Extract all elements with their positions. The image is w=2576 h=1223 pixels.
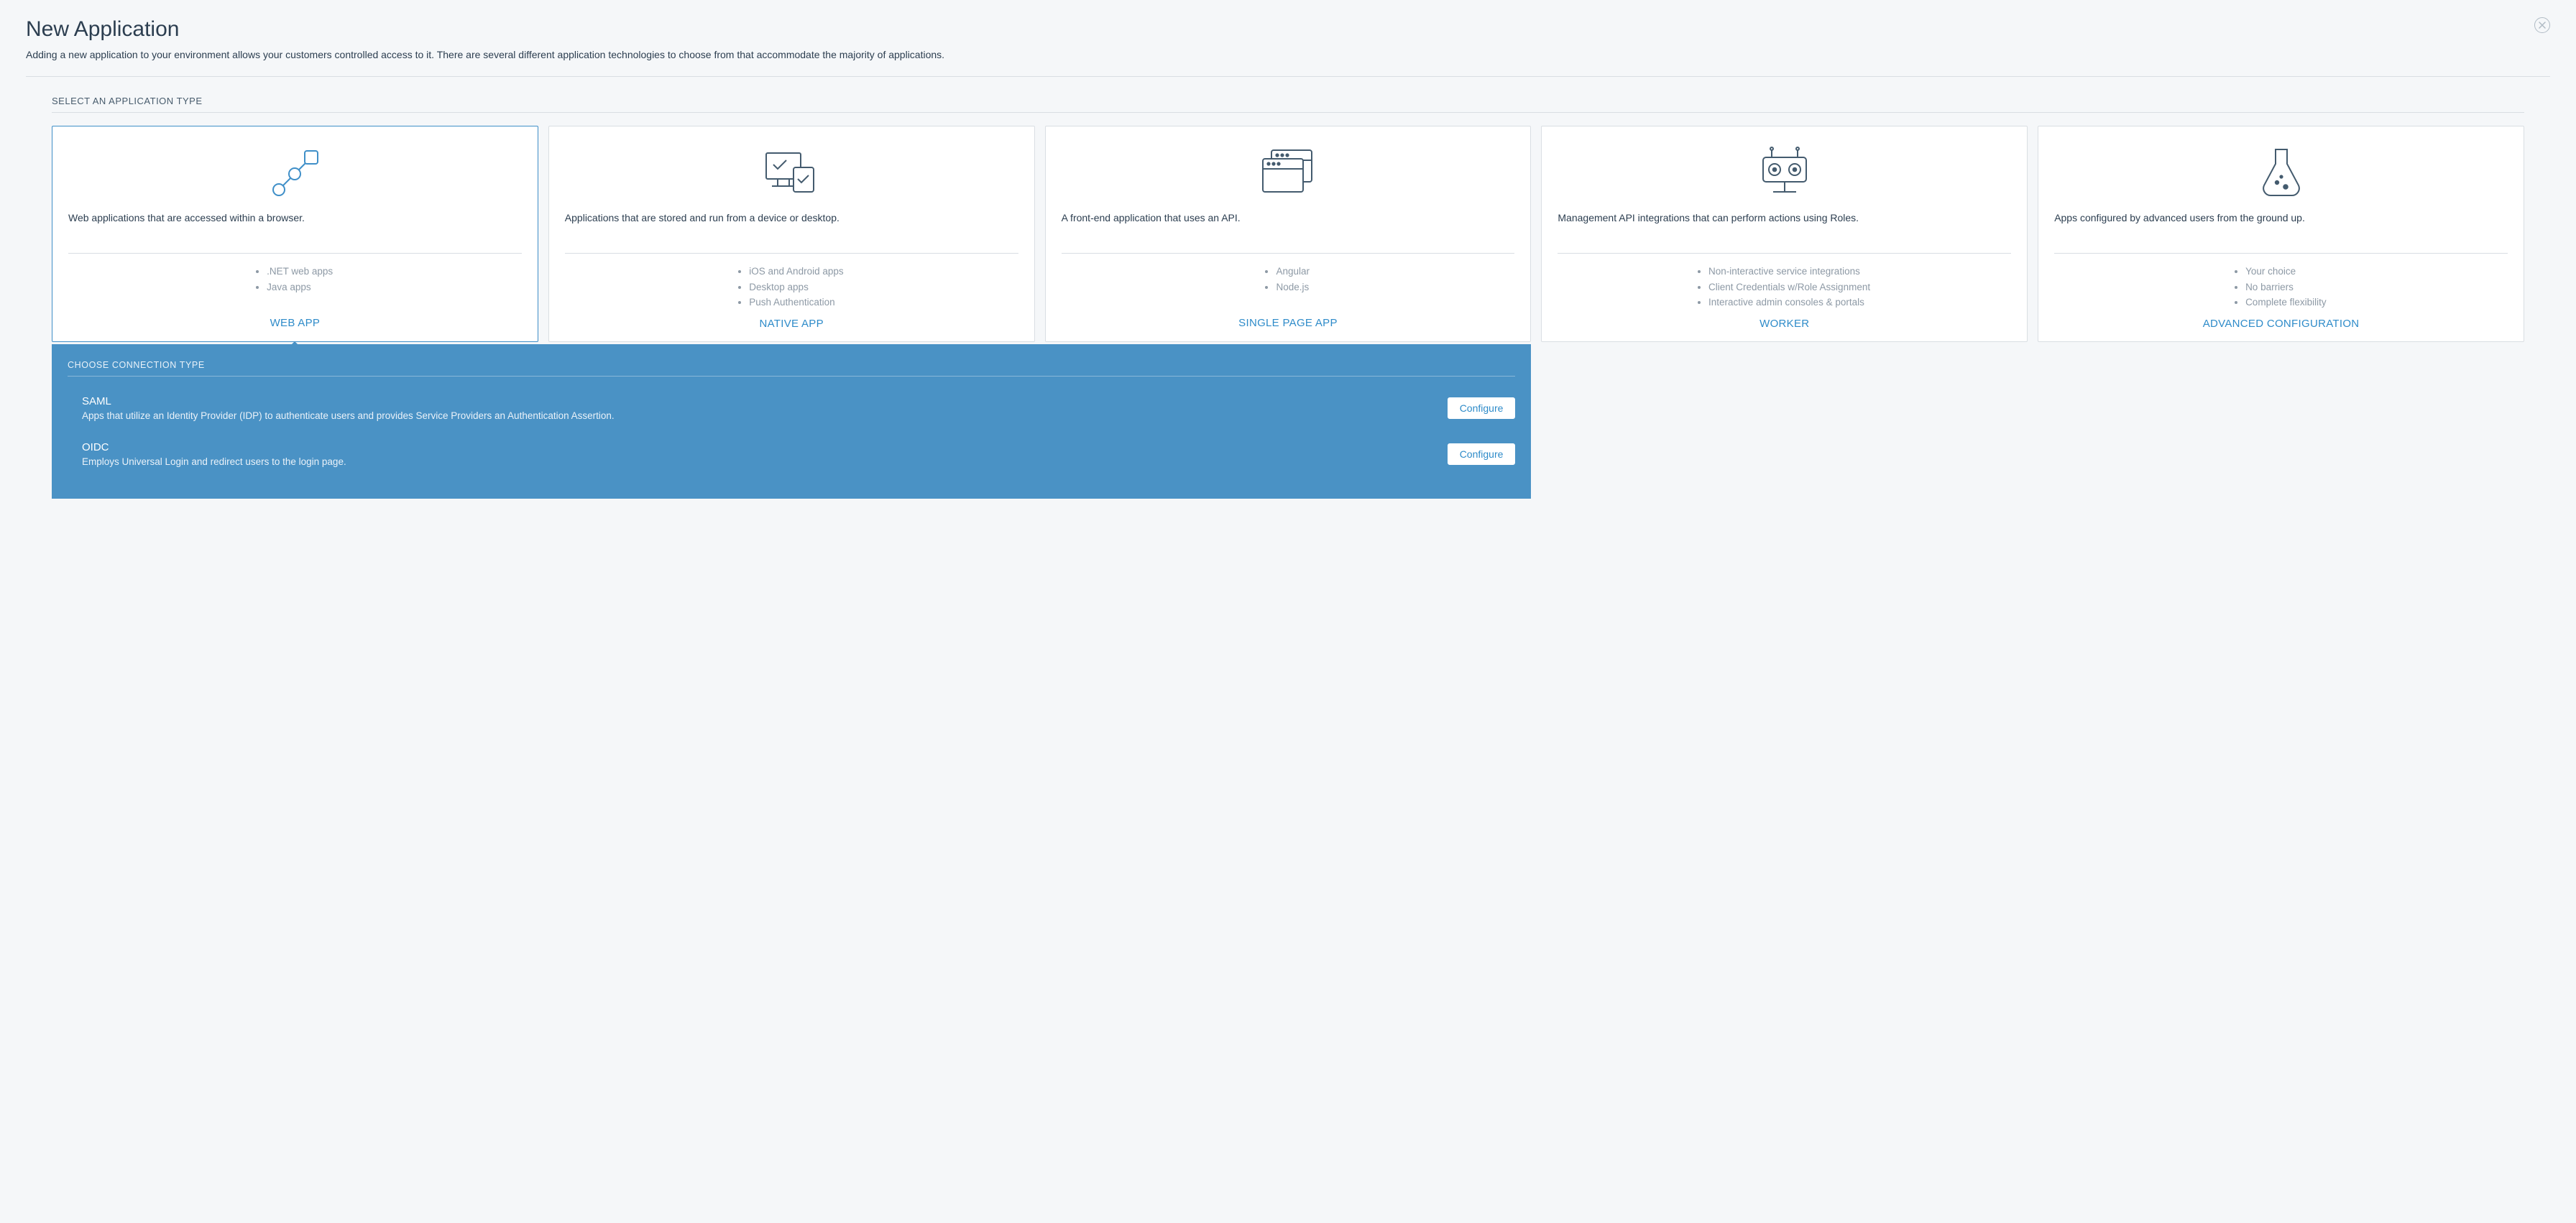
card-divider [2054, 253, 2508, 254]
bullet: Desktop apps [749, 280, 843, 295]
card-bullets: Non-interactive service integrations Cli… [1558, 264, 2011, 310]
connection-desc: Apps that utilize an Identity Provider (… [68, 410, 615, 421]
card-web-app[interactable]: Web applications that are accessed withi… [52, 126, 538, 342]
close-icon [2539, 21, 2546, 30]
card-cta: NATIVE APP [565, 318, 1018, 330]
bullet: Angular [1276, 264, 1310, 280]
connection-row-oidc: OIDC Employs Universal Login and redirec… [68, 433, 1515, 479]
card-native-app[interactable]: Applications that are stored and run fro… [548, 126, 1035, 342]
bullet: Client Credentials w/Role Assignment [1708, 280, 1870, 295]
worker-icon [1558, 142, 2011, 203]
card-bullets: Your choice No barriers Complete flexibi… [2054, 264, 2508, 310]
card-bullets: Angular Node.js [1062, 264, 1515, 310]
bullet: Your choice [2245, 264, 2327, 280]
card-worker[interactable]: Management API integrations that can per… [1541, 126, 2028, 342]
bullet: No barriers [2245, 280, 2327, 295]
connection-desc: Employs Universal Login and redirect use… [68, 456, 346, 467]
card-desc: Applications that are stored and run fro… [565, 211, 1018, 240]
section-label: SELECT AN APPLICATION TYPE [52, 96, 2524, 113]
connection-type-panel: CHOOSE CONNECTION TYPE SAML Apps that ut… [52, 344, 1531, 499]
card-desc: Web applications that are accessed withi… [68, 211, 522, 240]
card-cta: WORKER [1558, 318, 2011, 330]
header-divider [26, 76, 2550, 77]
spa-icon [1062, 142, 1515, 203]
card-divider [565, 253, 1018, 254]
web-app-icon [68, 142, 522, 203]
bullet: Java apps [267, 280, 333, 295]
bullet: Push Authentication [749, 295, 843, 310]
native-app-icon [565, 142, 1018, 203]
configure-saml-button[interactable]: Configure [1448, 397, 1516, 419]
close-button[interactable] [2534, 17, 2550, 33]
card-single-page-app[interactable]: A front-end application that uses an API… [1045, 126, 1532, 342]
application-type-cards: Web applications that are accessed withi… [52, 126, 2524, 342]
card-desc: Management API integrations that can per… [1558, 211, 2011, 240]
card-desc: A front-end application that uses an API… [1062, 211, 1515, 240]
bullet: Complete flexibility [2245, 295, 2327, 310]
connection-row-saml: SAML Apps that utilize an Identity Provi… [68, 387, 1515, 433]
card-cta: WEB APP [68, 317, 522, 329]
configure-oidc-button[interactable]: Configure [1448, 443, 1516, 465]
bullet: Interactive admin consoles & portals [1708, 295, 1870, 310]
card-bullets: .NET web apps Java apps [68, 264, 522, 310]
connection-name: OIDC [68, 441, 346, 453]
bullet: Non-interactive service integrations [1708, 264, 1870, 280]
connection-panel-label: CHOOSE CONNECTION TYPE [68, 360, 1515, 377]
bullet: .NET web apps [267, 264, 333, 280]
connection-name: SAML [68, 395, 615, 407]
card-divider [68, 253, 522, 254]
card-divider [1062, 253, 1515, 254]
card-divider [1558, 253, 2011, 254]
card-cta: SINGLE PAGE APP [1062, 317, 1515, 329]
card-desc: Apps configured by advanced users from t… [2054, 211, 2508, 240]
page-subtitle: Adding a new application to your environ… [26, 49, 2550, 60]
page-title: New Application [26, 17, 2550, 42]
advanced-config-icon [2054, 142, 2508, 203]
card-cta: ADVANCED CONFIGURATION [2054, 318, 2508, 330]
card-advanced-configuration[interactable]: Apps configured by advanced users from t… [2038, 126, 2524, 342]
bullet: Node.js [1276, 280, 1310, 295]
card-bullets: iOS and Android apps Desktop apps Push A… [565, 264, 1018, 310]
bullet: iOS and Android apps [749, 264, 843, 280]
